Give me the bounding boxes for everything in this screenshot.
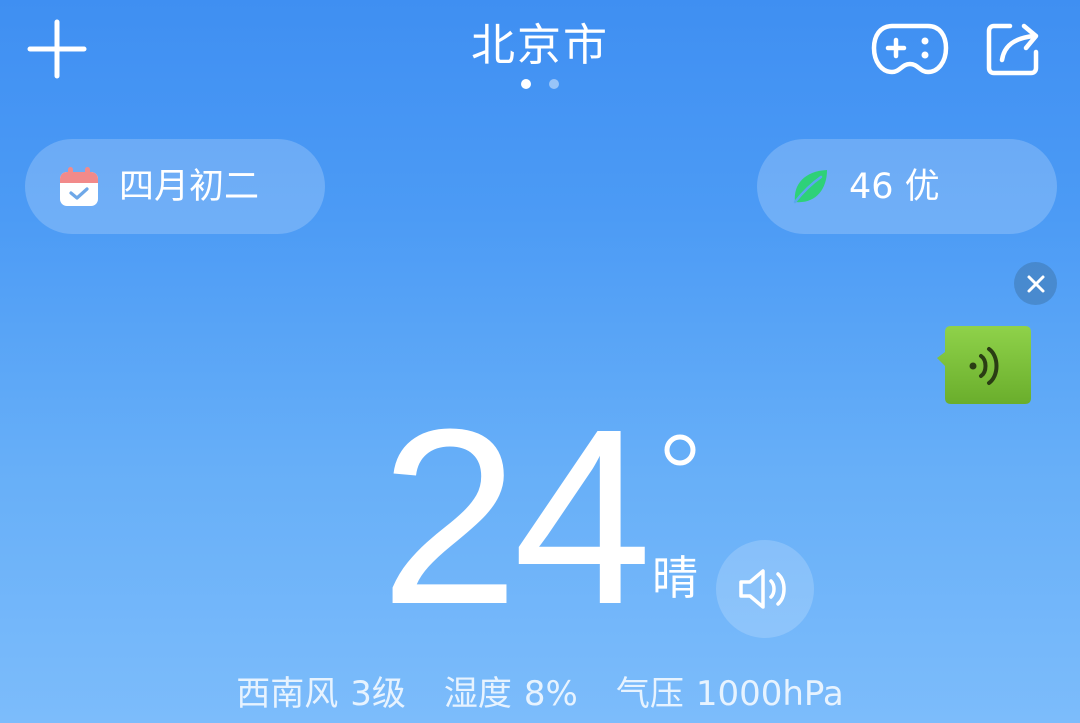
- page-indicator: [0, 79, 1080, 89]
- close-icon: [1027, 275, 1044, 292]
- humidity-detail: 湿度 8%: [444, 670, 578, 718]
- weather-condition: 晴: [652, 551, 698, 605]
- speaker-icon: [739, 569, 786, 609]
- wind-value: 3级: [350, 674, 406, 714]
- gamepad-icon: [871, 23, 949, 75]
- voice-broadcast-button[interactable]: [935, 322, 1035, 408]
- temperature-value: 24: [380, 377, 652, 656]
- pressure-label: 气压: [615, 674, 684, 714]
- weather-screen: 北京市 四月初二 46 优 24 晴 西南风 3级 湿度 8% 气压 1000h…: [0, 0, 1080, 723]
- game-button[interactable]: [870, 18, 950, 80]
- page-dot-1: [521, 79, 531, 89]
- pressure-detail: 气压 1000hPa: [616, 670, 844, 718]
- humidity-value: 8%: [523, 674, 578, 714]
- page-dot-2: [549, 79, 559, 89]
- share-icon: [986, 23, 1039, 76]
- pressure-value: 1000hPa: [695, 674, 844, 714]
- sound-wave-icon: [937, 326, 1031, 404]
- degree-icon: [664, 434, 696, 466]
- lunar-date-pill[interactable]: 四月初二: [25, 139, 325, 234]
- wind-label: 西南风: [236, 674, 339, 714]
- weather-details: 西南风 3级 湿度 8% 气压 1000hPa: [0, 670, 1080, 718]
- air-quality-pill[interactable]: 46 优: [757, 139, 1057, 234]
- speaker-button[interactable]: [716, 540, 814, 638]
- air-quality-label: 46 优: [849, 166, 940, 207]
- humidity-label: 湿度: [443, 674, 512, 714]
- calendar-check-icon: [60, 166, 98, 206]
- share-button[interactable]: [982, 18, 1044, 80]
- leaf-icon: [793, 169, 827, 203]
- close-button[interactable]: [1014, 262, 1057, 305]
- wind-detail: 西南风 3级: [236, 670, 406, 718]
- lunar-date-label: 四月初二: [119, 166, 260, 207]
